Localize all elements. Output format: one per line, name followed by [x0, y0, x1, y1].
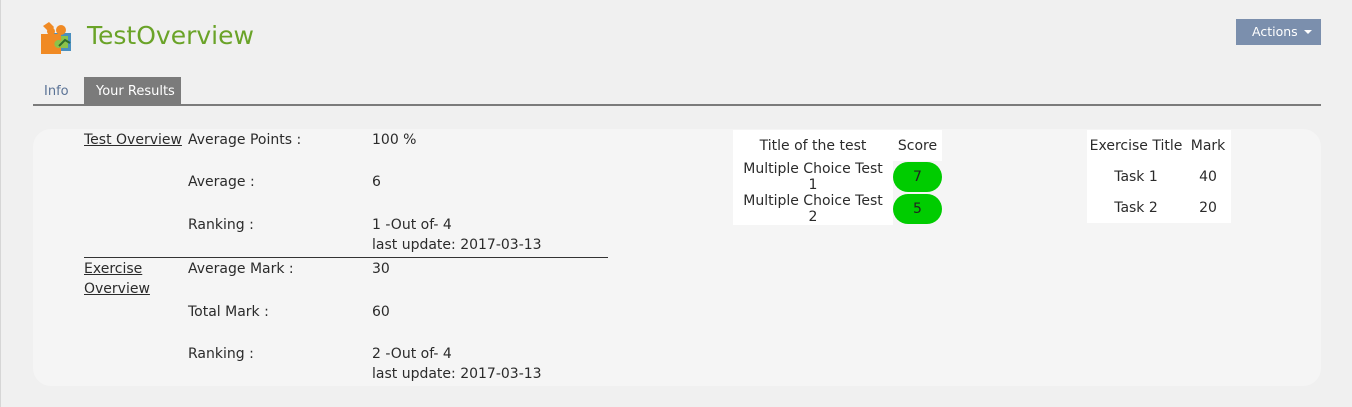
puzzle-icon [37, 20, 75, 54]
average-mark-label: Average Mark : [188, 261, 294, 277]
test-last-update: last update: 2017-03-13 [372, 237, 542, 253]
exercise-ranking-label: Ranking : [188, 346, 254, 362]
test-overview-link[interactable]: Test Overview [84, 130, 182, 150]
test-title-cell: Multiple Choice Test 2 [733, 193, 893, 225]
tests-table: Title of the test Score Multiple Choice … [733, 130, 942, 225]
exercise-overview-link[interactable]: Exercise Overview [84, 259, 150, 299]
tab-your-results[interactable]: Your Results [84, 77, 181, 104]
exercise-ranking-value: 2 -Out of- 4 [372, 346, 452, 362]
average-mark-value: 30 [372, 261, 390, 277]
score-badge: 7 [893, 162, 942, 192]
actions-button[interactable]: Actions [1236, 19, 1321, 45]
table-row: Multiple Choice Test 1 7 [733, 161, 942, 193]
total-mark-label: Total Mark : [188, 304, 269, 320]
test-ranking-label: Ranking : [188, 217, 254, 233]
exercise-title-cell: Task 2 [1087, 192, 1185, 223]
section-divider [84, 257, 608, 258]
page-title: TestOverview [87, 21, 254, 50]
table-header-row: Title of the test Score [733, 130, 942, 161]
actions-label: Actions [1252, 24, 1298, 39]
column-header-exercise-title: Exercise Title [1087, 130, 1185, 161]
average-value: 6 [372, 174, 381, 190]
test-score-cell: 7 [893, 161, 942, 193]
average-points-label: Average Points : [188, 132, 302, 148]
caret-down-icon [1304, 30, 1312, 34]
exercise-last-update: last update: 2017-03-13 [372, 366, 542, 382]
column-header-score: Score [893, 130, 942, 161]
column-header-title: Title of the test [733, 130, 893, 161]
exercise-overview-line1: Exercise [84, 261, 143, 277]
table-row: Task 2 20 [1087, 192, 1231, 223]
test-score-cell: 5 [893, 193, 942, 225]
exercise-mark-cell: 20 [1185, 192, 1231, 223]
average-points-value: 100 % [372, 132, 417, 148]
table-row: Multiple Choice Test 2 5 [733, 193, 942, 225]
table-header-row: Exercise Title Mark [1087, 130, 1231, 161]
exercise-table: Exercise Title Mark Task 1 40 Task 2 20 [1087, 130, 1231, 223]
average-label: Average : [188, 174, 255, 190]
exercise-mark-cell: 40 [1185, 161, 1231, 192]
tab-info[interactable]: Info [33, 77, 78, 104]
column-header-mark: Mark [1185, 130, 1231, 161]
score-badge: 5 [893, 194, 942, 224]
exercise-overview-line2: Overview [84, 281, 150, 297]
exercise-title-cell: Task 1 [1087, 161, 1185, 192]
test-title-cell: Multiple Choice Test 1 [733, 161, 893, 193]
tab-divider [33, 104, 1321, 106]
table-row: Task 1 40 [1087, 161, 1231, 192]
test-ranking-value: 1 -Out of- 4 [372, 217, 452, 233]
total-mark-value: 60 [372, 304, 390, 320]
